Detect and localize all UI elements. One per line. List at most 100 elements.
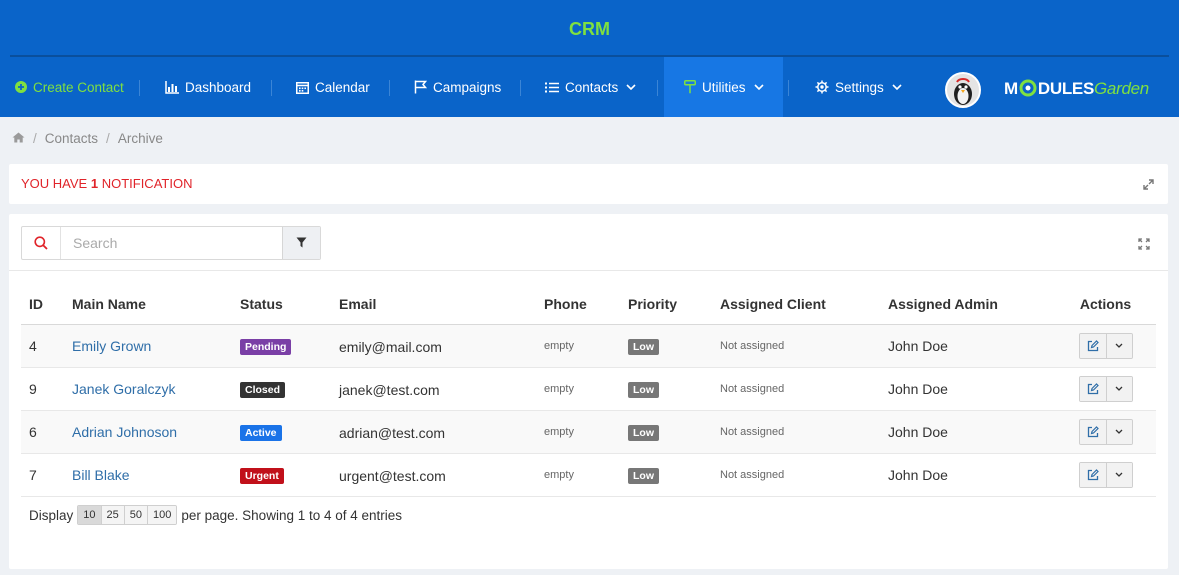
edit-button[interactable] xyxy=(1079,419,1106,444)
table-row: 4 Emily Grown Pending emily@mail.com emp… xyxy=(21,324,1156,368)
table-footer: Display 10 25 50 100 per page. Showing 1… xyxy=(29,505,402,525)
cell-phone: empty xyxy=(536,367,620,411)
display-label: Display xyxy=(29,507,74,523)
cell-assigned-admin: John Doe xyxy=(880,410,1055,454)
nav-utilities-label: Utilities xyxy=(702,79,746,95)
priority-badge: Low xyxy=(628,381,659,398)
chevron-down-icon xyxy=(626,84,636,90)
cell-assigned-client: Not assigned xyxy=(712,453,880,497)
bar-chart-icon xyxy=(165,80,179,94)
edit-icon xyxy=(1087,468,1099,480)
page-size-selector: 10 25 50 100 xyxy=(77,505,178,525)
nav-calendar[interactable]: Calendar xyxy=(296,57,370,117)
chevron-down-icon xyxy=(1115,343,1123,348)
top-header: CRM Create Contact Dashboard Calendar Ca… xyxy=(0,0,1179,117)
notification-count: 1 xyxy=(90,176,99,191)
expand-icon[interactable] xyxy=(1143,178,1154,193)
row-actions xyxy=(1078,418,1133,445)
table-row: 9 Janek Goralczyk Closed janek@test.com … xyxy=(21,367,1156,411)
nav-settings-label: Settings xyxy=(835,79,884,95)
col-main-name[interactable]: Main Name xyxy=(64,284,232,325)
page-size-10[interactable]: 10 xyxy=(78,506,101,524)
col-actions: Actions xyxy=(1055,284,1156,325)
priority-badge: Low xyxy=(628,467,659,484)
page-size-50[interactable]: 50 xyxy=(123,506,148,524)
more-actions-button[interactable] xyxy=(1105,376,1132,401)
search-input[interactable] xyxy=(61,227,282,259)
chevron-down-icon xyxy=(1115,386,1123,391)
status-badge: Closed xyxy=(240,381,286,398)
cell-id: 6 xyxy=(21,410,64,454)
notification-text: YOU HAVE 1 NOTIFICATION xyxy=(21,176,193,191)
cell-phone: empty xyxy=(536,453,620,497)
row-actions xyxy=(1078,461,1133,488)
nav-separator xyxy=(657,80,658,96)
cell-email: urgent@test.com xyxy=(331,453,536,497)
cell-phone: empty xyxy=(536,410,620,454)
page-size-100[interactable]: 100 xyxy=(147,506,177,524)
search-icon[interactable] xyxy=(22,227,61,259)
cell-email: emily@mail.com xyxy=(331,324,536,368)
avatar[interactable] xyxy=(945,72,981,108)
status-badge: Urgent xyxy=(240,467,284,484)
contact-name-link[interactable]: Janek Goralczyk xyxy=(72,381,175,397)
nav-campaigns[interactable]: Campaigns xyxy=(414,57,501,117)
contact-name-link[interactable]: Emily Grown xyxy=(72,338,151,354)
nav-contacts[interactable]: Contacts xyxy=(545,57,636,117)
nav-settings[interactable]: Settings xyxy=(815,57,902,117)
nav-contacts-label: Contacts xyxy=(565,79,619,95)
cell-email: adrian@test.com xyxy=(331,410,536,454)
flag-icon xyxy=(414,80,427,94)
more-actions-button[interactable] xyxy=(1105,462,1132,487)
modulesgarden-logo: M DULESGarden xyxy=(1004,79,1149,98)
more-actions-button[interactable] xyxy=(1105,419,1132,444)
contact-name-link[interactable]: Bill Blake xyxy=(72,467,130,483)
table-row: 7 Bill Blake Urgent urgent@test.com empt… xyxy=(21,453,1156,497)
row-actions xyxy=(1078,332,1133,359)
entries-summary: per page. Showing 1 to 4 of 4 entries xyxy=(181,507,403,523)
cell-assigned-client: Not assigned xyxy=(712,367,880,411)
cell-email: janek@test.com xyxy=(331,367,536,411)
contacts-table: ID Main Name Status Email Phone Priority… xyxy=(21,284,1156,497)
edit-button[interactable] xyxy=(1079,462,1106,487)
col-email[interactable]: Email xyxy=(331,284,536,325)
page-size-25[interactable]: 25 xyxy=(100,506,124,524)
chevron-down-icon xyxy=(753,84,764,90)
contact-name-link[interactable]: Adrian Johnoson xyxy=(72,424,177,440)
calendar-icon xyxy=(296,81,309,94)
nav-create-contact[interactable]: Create Contact xyxy=(15,57,124,117)
priority-badge: Low xyxy=(628,338,659,355)
filter-button[interactable] xyxy=(282,227,320,259)
table-row: 6 Adrian Johnoson Active adrian@test.com… xyxy=(21,410,1156,454)
nav-separator xyxy=(271,80,272,96)
nav-utilities[interactable]: Utilities xyxy=(684,57,764,117)
breadcrumb: / Contacts / Archive xyxy=(12,131,163,146)
col-assigned-client[interactable]: Assigned Client xyxy=(712,284,880,325)
chevron-down-icon xyxy=(1115,429,1123,434)
col-id[interactable]: ID xyxy=(21,284,64,325)
panel-divider xyxy=(9,270,1168,271)
nav-campaigns-label: Campaigns xyxy=(433,79,502,95)
home-icon[interactable] xyxy=(12,131,25,146)
nav-separator xyxy=(389,80,390,96)
cell-assigned-client: Not assigned xyxy=(712,324,880,368)
col-phone[interactable]: Phone xyxy=(536,284,620,325)
col-status[interactable]: Status xyxy=(232,284,331,325)
cell-id: 9 xyxy=(21,367,64,411)
nav-dashboard[interactable]: Dashboard xyxy=(165,57,251,117)
cell-assigned-client: Not assigned xyxy=(712,410,880,454)
nav-create-contact-label: Create Contact xyxy=(33,79,124,95)
notification-bar[interactable]: YOU HAVE 1 NOTIFICATION xyxy=(9,164,1168,204)
list-icon xyxy=(545,82,559,93)
edit-button[interactable] xyxy=(1079,376,1106,401)
more-actions-button[interactable] xyxy=(1105,333,1132,358)
col-priority[interactable]: Priority xyxy=(620,284,712,325)
cell-phone: empty xyxy=(536,324,620,368)
chevron-down-icon xyxy=(892,84,902,90)
breadcrumb-contacts[interactable]: Contacts xyxy=(45,131,98,146)
fullscreen-icon[interactable] xyxy=(1138,238,1150,253)
search-box xyxy=(21,226,321,260)
plus-circle-icon xyxy=(15,81,27,93)
edit-button[interactable] xyxy=(1079,333,1106,358)
col-assigned-admin[interactable]: Assigned Admin xyxy=(880,284,1055,325)
